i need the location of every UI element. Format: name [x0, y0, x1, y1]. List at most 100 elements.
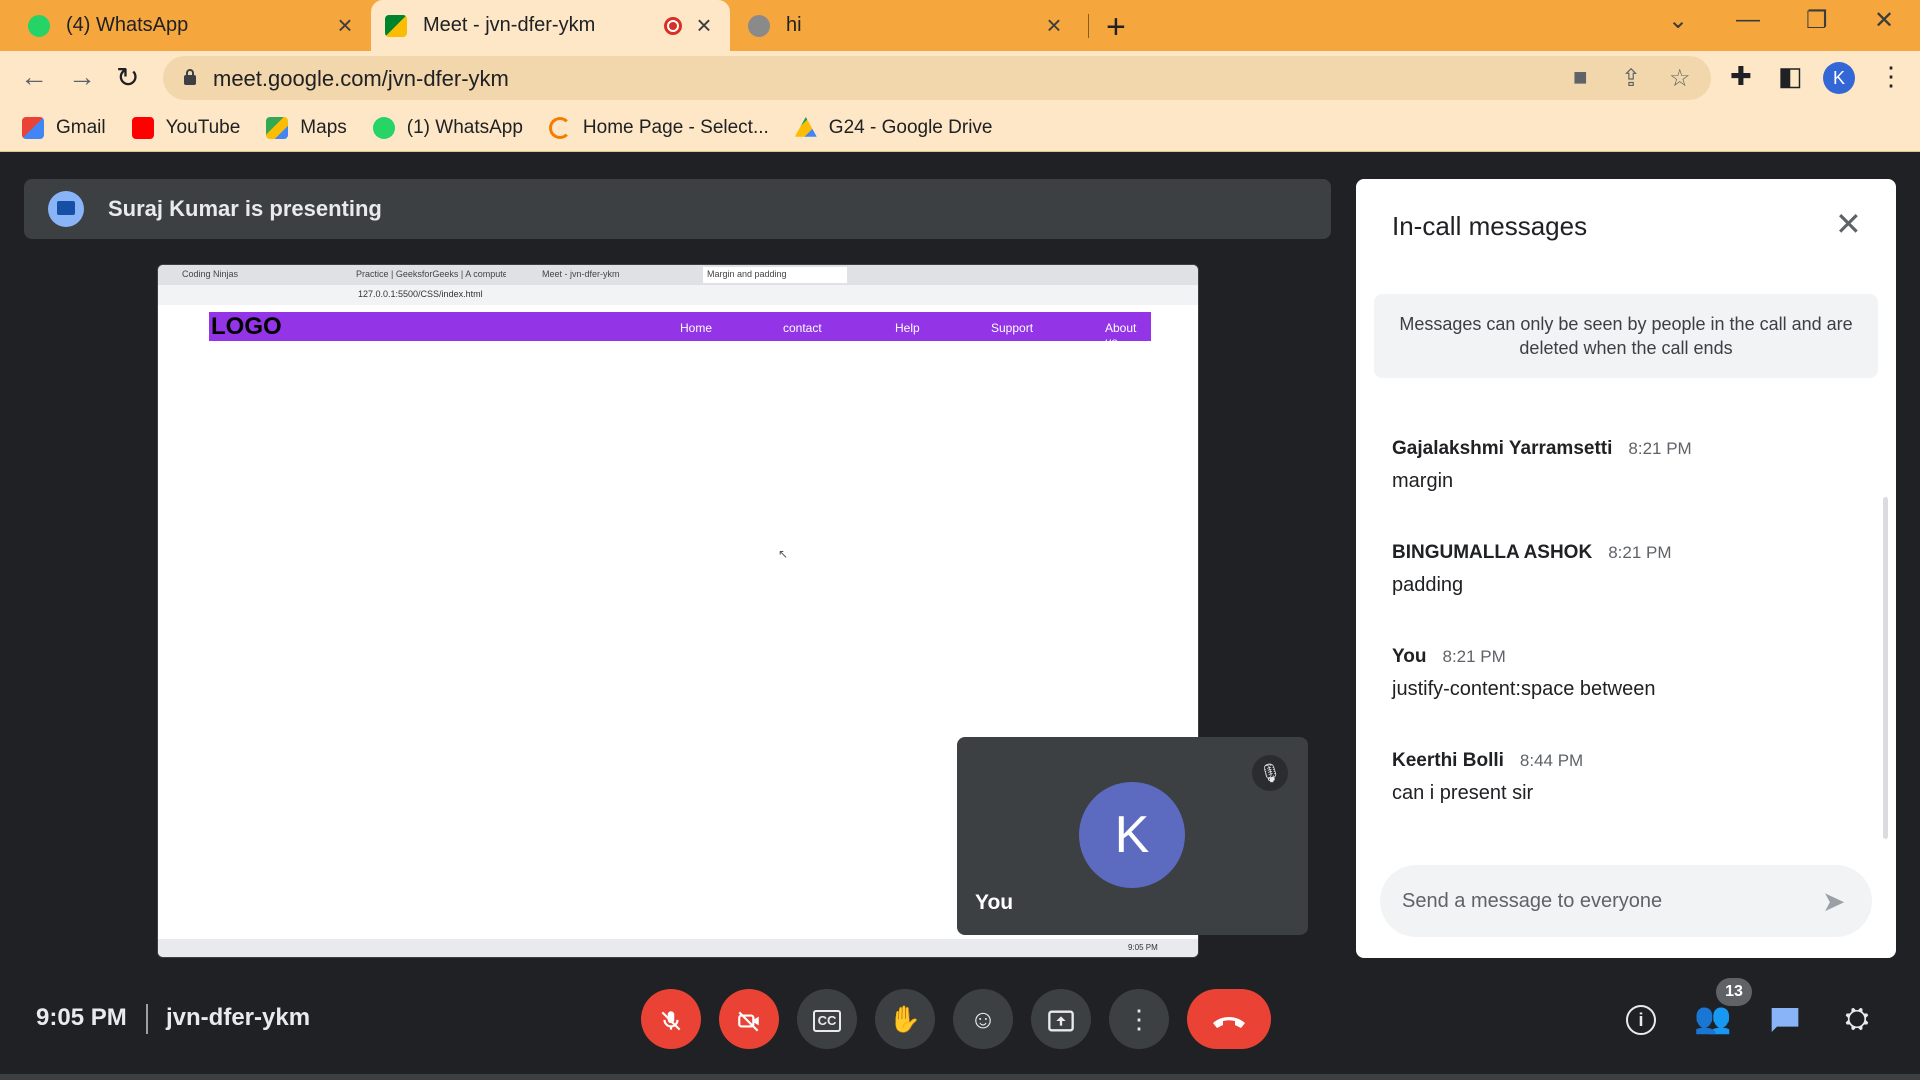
extensions-icon[interactable]: ✚	[1730, 61, 1752, 92]
whatsapp-icon	[28, 14, 50, 37]
site-nav-link: Help	[895, 321, 920, 335]
in-call-messages-panel: In-call messages ✕ Messages can only be …	[1356, 179, 1896, 958]
tab-title: (4) WhatsApp	[66, 14, 189, 36]
shared-site-navbar: LOGO Home contact Help Support About us	[209, 312, 1151, 349]
side-panel-icon[interactable]: ◧	[1778, 61, 1803, 92]
message-text: padding	[1392, 574, 1464, 596]
raise-hand-button[interactable]: ✋	[875, 989, 935, 1049]
mouse-cursor-icon: ↖	[778, 547, 789, 561]
close-tab-icon[interactable]: ×	[692, 10, 716, 41]
message-time: 8:21 PM	[1442, 647, 1506, 666]
lock-icon	[184, 69, 196, 85]
bookmark-label: Gmail	[56, 117, 106, 138]
captions-button[interactable]: CC	[797, 989, 857, 1049]
shared-tab-bar: Coding Ninjas Practice | GeeksforGeeks |…	[158, 265, 1198, 285]
chat-button[interactable]	[1765, 999, 1805, 1039]
bookmark-home-page[interactable]: Home Page - Select...	[548, 117, 769, 139]
message-text: justify-content:space between	[1392, 678, 1656, 700]
bookmark-label: Home Page - Select...	[582, 117, 769, 138]
message-time: 8:21 PM	[1608, 543, 1672, 562]
meeting-code: jvn-dfer-ykm	[166, 1004, 311, 1031]
site-nav-link: Support	[991, 321, 1034, 335]
forward-button[interactable]: →	[68, 61, 96, 93]
shared-tab: Practice | GeeksforGeeks | A computer...	[356, 269, 506, 279]
message-sender: Keerthi Bolli	[1392, 750, 1504, 771]
self-view-name: You	[975, 891, 1014, 914]
site-nav-link: About us	[1105, 321, 1137, 349]
back-button[interactable]: ←	[20, 61, 48, 93]
tab-whatsapp[interactable]: (4) WhatsApp ×	[14, 0, 371, 51]
profile-avatar[interactable]: K	[1823, 62, 1855, 94]
mic-off-icon	[661, 1011, 681, 1031]
site-nav-link: Home	[680, 321, 713, 335]
tab-meet[interactable]: Meet - jvn-dfer-ykm ×	[371, 0, 730, 51]
bookmark-star-icon[interactable]: ☆	[1669, 64, 1691, 93]
youtube-icon	[131, 117, 154, 139]
meeting-details-button[interactable]: i	[1621, 999, 1661, 1039]
message-sender: You	[1392, 646, 1427, 667]
new-tab-button[interactable]: +	[1106, 8, 1126, 47]
bookmark-maps[interactable]: Maps	[266, 117, 347, 139]
address-bar[interactable]: meet.google.com/jvn-dfer-ykm ■ ⇪ ☆	[163, 56, 1711, 100]
mic-off-icon: 🎙	[1252, 755, 1288, 791]
present-screen-button[interactable]	[1031, 989, 1091, 1049]
panel-title: In-call messages	[1392, 211, 1588, 241]
restore-button[interactable]: ❐	[1806, 6, 1828, 35]
camera-off-icon	[738, 1011, 759, 1032]
shared-tab: Margin and padding	[703, 267, 847, 283]
chat-message: You 8:21 PM justify-content:space betwee…	[1392, 646, 1656, 701]
tab-search-icon[interactable]: ⌄	[1668, 6, 1688, 35]
site-nav-link: contact	[783, 321, 822, 335]
meeting-clock: 9:05 PM	[36, 1004, 127, 1031]
bookmark-label: (1) WhatsApp	[406, 117, 523, 138]
tab-title: hi	[786, 14, 802, 36]
mic-toggle-button[interactable]	[641, 989, 701, 1049]
shared-address-bar: 127.0.0.1:5500/CSS/index.html	[158, 285, 1198, 305]
browser-menu-icon[interactable]: ⋮	[1878, 61, 1904, 92]
message-sender: BINGUMALLA ASHOK	[1392, 542, 1593, 563]
share-icon[interactable]: ⇪	[1621, 64, 1641, 93]
shared-tab: Meet - jvn-dfer-ykm	[542, 269, 620, 279]
bookmark-label: Maps	[300, 117, 347, 138]
send-icon[interactable]: ➤	[1822, 885, 1845, 918]
camera-icon[interactable]: ■	[1573, 64, 1588, 92]
window-bottom-edge	[0, 1074, 1920, 1080]
bookmark-gmail[interactable]: Gmail	[22, 117, 106, 139]
maps-icon	[266, 117, 289, 139]
leave-call-button[interactable]	[1187, 989, 1271, 1049]
more-options-button[interactable]: ⋮	[1109, 989, 1169, 1049]
shared-clock: 9:05 PM	[1128, 943, 1158, 952]
hand-icon: ✋	[888, 1004, 922, 1034]
chat-message-input[interactable]	[1380, 865, 1872, 937]
tab-hi[interactable]: hi ×	[734, 0, 1080, 51]
bookmark-google-drive[interactable]: G24 - Google Drive	[794, 117, 992, 139]
camera-toggle-button[interactable]	[719, 989, 779, 1049]
self-view-tile[interactable]: 🎙 K You	[957, 737, 1308, 935]
shared-taskbar: 9:05 PM	[158, 939, 1198, 957]
activities-button[interactable]: ⛭	[1837, 999, 1877, 1039]
info-icon: i	[1626, 1005, 1656, 1036]
shared-tab: Coding Ninjas	[182, 269, 239, 279]
chat-message: Gajalakshmi Yarramsetti 8:21 PM margin	[1392, 438, 1692, 493]
whatsapp-icon	[372, 117, 395, 139]
close-window-button[interactable]: ✕	[1874, 6, 1894, 35]
chat-notice: Messages can only be seen by people in t…	[1374, 294, 1878, 378]
close-tab-icon[interactable]: ×	[333, 10, 357, 41]
close-icon[interactable]: ✕	[1835, 205, 1862, 243]
presenting-banner: Suraj Kumar is presenting	[24, 179, 1331, 239]
minimize-button[interactable]: —	[1736, 6, 1760, 34]
recording-icon	[664, 16, 682, 35]
bookmarks-bar: Gmail YouTube Maps (1) WhatsApp Home Pag…	[0, 105, 1920, 152]
message-sender: Gajalakshmi Yarramsetti	[1392, 438, 1613, 459]
close-tab-icon[interactable]: ×	[1042, 10, 1066, 41]
chat-scrollbar[interactable]	[1883, 497, 1888, 839]
message-time: 8:21 PM	[1628, 439, 1692, 458]
bookmark-whatsapp[interactable]: (1) WhatsApp	[372, 117, 523, 139]
bookmark-youtube[interactable]: YouTube	[131, 117, 240, 139]
chat-message: BINGUMALLA ASHOK 8:21 PM padding	[1392, 542, 1672, 597]
reload-button[interactable]: ↻	[116, 61, 139, 94]
reactions-button[interactable]: ☺	[953, 989, 1013, 1049]
url-text: meet.google.com/jvn-dfer-ykm	[213, 66, 509, 91]
chat-icon	[1771, 1008, 1799, 1033]
emoji-icon: ☺	[969, 1004, 997, 1034]
